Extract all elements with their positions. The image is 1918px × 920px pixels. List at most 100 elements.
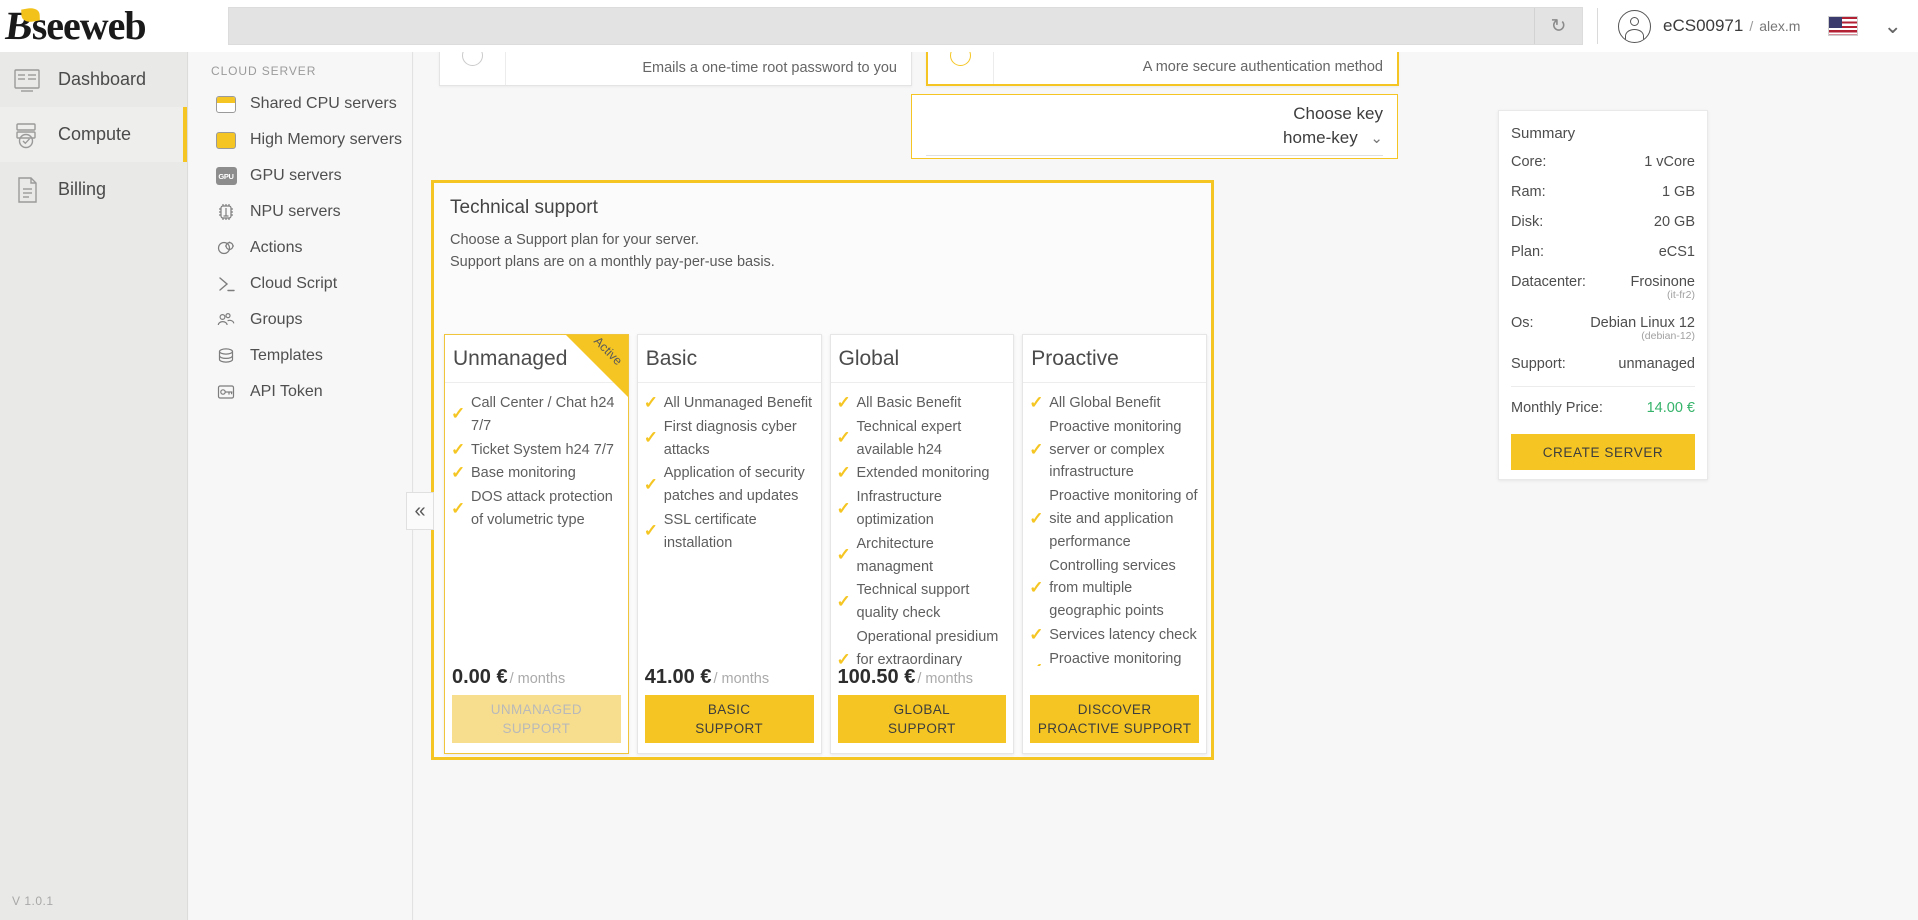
plan-feature: ✓Proactive monitoring dashboard [1029,648,1200,666]
check-icon: ✓ [836,545,851,565]
plan-header: Proactive [1023,335,1206,383]
sidebar-item-dashboard[interactable]: Dashboard [0,52,187,107]
radio-icon[interactable] [950,52,971,66]
radio-icon[interactable] [462,52,483,66]
search-bar[interactable]: ↻ [228,7,1583,45]
sidebar-item-label: Billing [58,179,107,199]
auth-option-ssh-key[interactable]: A more secure authentication method [926,52,1399,86]
top-bar: Bseeweb ↻ eCS00971 / alex.m ⌄ [0,0,1918,52]
plan-price-line [1030,666,1199,689]
summary-row-disk: Disk: 20 GB [1511,214,1695,230]
sidebar-item-compute[interactable]: Compute [0,107,187,162]
sidebar-item-groups[interactable]: Groups [189,302,412,338]
sidebar-item-cloud-script[interactable]: Cloud Script [189,266,412,302]
choose-key-box: Choose key home-key ⌄ [911,94,1398,159]
plan-feature: ✓ Technical expert available h24 [836,418,962,458]
brand-logo[interactable]: Bseeweb [0,0,188,52]
plan-feature: ✓ Proactive monitoring server or complex … [1029,418,1182,481]
auth-radio-cell[interactable] [928,52,994,84]
plan-button-global-support[interactable]: GLOBAL SUPPORT [837,695,1007,743]
sidebar-item-gpu-servers[interactable]: GPU GPU servers [189,158,412,194]
us-flag-icon[interactable] [1828,16,1859,36]
gpu-chip-icon: GPU [215,165,237,187]
plan-footer: 41.00 € / months BASIC SUPPORT [638,666,821,753]
summary-value-sub: (it-fr2) [1667,289,1695,301]
plan-button-line1: BASIC [707,702,751,717]
plan-button-discover-proactive-support[interactable]: DISCOVER PROACTIVE SUPPORT [1030,695,1199,743]
choose-key-select[interactable]: home-key ⌄ [926,126,1383,156]
plan-price-line: 100.50 € / months [838,666,1007,689]
avatar [1618,9,1651,43]
monthly-price-value: 14.00 € [1646,400,1695,416]
templates-icon [215,345,237,367]
summary-key: Os: [1511,315,1534,331]
summary-row-core: Core: 1 vCore [1511,154,1695,170]
auth-radio-cell[interactable] [440,52,506,85]
plan-footer: 0.00 € / months UNMANAGED SUPPORT [445,666,628,753]
summary-row-os: Os: Debian Linux 12 (debian-12) [1511,315,1695,342]
sidebar-item-billing[interactable]: Billing [0,162,187,217]
sidebar-item-shared-cpu-servers[interactable]: Shared CPU servers [189,86,412,122]
chevron-down-icon[interactable]: ⌄ [1883,15,1901,37]
plan-feature: ✓ Controlling services from multiple geog… [1029,557,1176,620]
auth-options-row: Emails a one-time root password to you A… [439,52,1399,86]
summary-row-ram: Ram: 1 GB [1511,184,1695,200]
plan-name: Basic [645,346,698,370]
plan-feature: ✓ DOS attack protection of volumetric typ… [451,489,613,528]
sidebar-item-actions[interactable]: Actions [189,230,412,266]
check-icon: ✓ [643,428,658,448]
summary-key: Core: [1511,154,1547,170]
auth-option-description: Emails a one-time root password to you [642,60,897,76]
plan-feature: ✓ All Unmanaged Benefit [644,392,815,415]
plan-button-unmanaged-support[interactable]: UNMANAGED SUPPORT [452,695,621,743]
plan-price: 100.50 € [837,666,916,688]
technical-support-panel: Technical support Choose a Support plan … [431,180,1214,760]
summary-key: Disk: [1511,214,1544,230]
auth-option-root-password[interactable]: Emails a one-time root password to you [439,52,912,86]
sidebar-item-templates[interactable]: Templates [189,338,412,374]
document-icon [12,175,42,205]
summary-key: Support: [1511,356,1566,372]
sub-nav-label: Groups [250,311,303,328]
summary-title: Summary [1511,125,1576,142]
plan-feature: ✓ All Global Benefit [1029,392,1200,415]
account-area[interactable]: eCS00971 / alex.m ⌄ [1618,0,1902,52]
account-separator: / [1749,18,1754,34]
sidebar-item-api-token[interactable]: API Token [189,374,412,410]
sub-nav-label: API Token [250,383,323,400]
plan-button-basic-support[interactable]: BASIC SUPPORT [644,695,814,743]
plan-feature: ✓ SSL certificate installation [643,511,757,551]
sub-nav-title: CLOUD SERVER [211,64,317,78]
brand-logo-text: Bseeweb [3,3,147,48]
double-chevron-left-icon: « [414,499,426,522]
check-icon: ✓ [1029,578,1044,598]
create-server-button[interactable]: CREATE SERVER [1511,434,1695,470]
collapse-sidebar-button[interactable]: « [406,492,434,530]
search-input[interactable] [229,8,1534,44]
summary-key: Plan: [1511,244,1545,260]
choose-key-value: home-key [1283,128,1358,147]
plan-feature: ✓ Ticket System h24 7/7 [451,439,622,462]
plan-feature: ✓ Operational presidium for extraordinary… [837,626,1008,666]
summary-value: 1 vCore [1644,154,1695,170]
dashboard-icon [12,65,42,95]
plan-feature-list: ✓ All Global Benefit ✓ Proactive monitorin… [1023,383,1206,666]
sidebar-item-label: Dashboard [58,69,147,89]
terminal-icon [215,273,237,295]
summary-row-plan: Plan: eCS1 [1511,244,1695,260]
support-plans-row: Active Unmanaged ✓ Call Center / Chat h24… [444,334,1207,754]
sidebar-item-high-memory-servers[interactable]: High Memory servers [189,122,412,158]
plan-card-basic[interactable]: Basic ✓ All Unmanaged Benefit ✓ First diag… [636,334,822,754]
plan-feature: ✓ First diagnosis cyber attacks [643,418,797,458]
plan-name: Proactive [1031,346,1119,370]
summary-value: 20 GB [1653,214,1695,230]
plan-price: 0.00 € [452,666,508,688]
summary-key: Datacenter: [1511,274,1586,290]
plan-card-unmanaged[interactable]: Active Unmanaged ✓ Call Center / Chat h24… [444,334,629,754]
plan-name: Global [838,346,900,370]
plan-card-global[interactable]: Global ✓ All Basic Benefit ✓ Technical exp… [829,334,1015,754]
refresh-icon[interactable]: ↻ [1534,8,1582,44]
plan-card-proactive[interactable]: Proactive ✓ All Global Benefit ✓ Proactive… [1022,334,1207,754]
sidebar-item-npu-servers[interactable]: NPU servers [189,194,412,230]
check-icon: ✓ [836,591,851,611]
